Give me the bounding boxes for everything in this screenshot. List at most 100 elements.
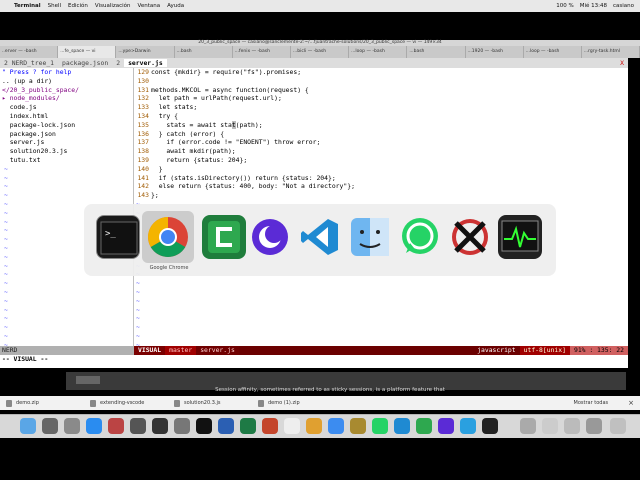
telegram-dock-icon[interactable] bbox=[460, 418, 476, 434]
vim-tab-package-json[interactable]: package.json bbox=[58, 59, 112, 68]
download-item[interactable]: extending-vscode bbox=[84, 399, 168, 407]
app-store-dock-icon[interactable] bbox=[86, 418, 102, 434]
menu-app-name[interactable]: Terminal bbox=[14, 3, 41, 9]
menu-help[interactable]: Ayuda bbox=[167, 3, 184, 9]
menu-view[interactable]: Visualización bbox=[95, 3, 131, 9]
empty-line-marker: ~ bbox=[136, 305, 140, 314]
terminal-tab[interactable]: ...ype>Darwin bbox=[116, 46, 175, 58]
terminal-tab[interactable]: ...bicli — -bash bbox=[291, 46, 350, 58]
nerdtree-entry[interactable]: code.js bbox=[0, 103, 133, 112]
finder-icon[interactable] bbox=[348, 215, 392, 259]
terminal-dock-icon[interactable] bbox=[196, 418, 212, 434]
nerdtree-entry[interactable]: solution20.3.js bbox=[0, 147, 133, 156]
line-text: } catch (error) { bbox=[151, 129, 225, 138]
terminal-tab[interactable]: ...1920 — -bash bbox=[466, 46, 524, 58]
dock-app-icon[interactable] bbox=[542, 418, 558, 434]
dock-app-icon[interactable] bbox=[586, 418, 602, 434]
user-name[interactable]: casiano bbox=[613, 3, 634, 9]
close-icon[interactable]: × bbox=[628, 399, 640, 407]
nerdtree-entry[interactable]: ▸ node_modules/ bbox=[0, 94, 133, 103]
code-line: 143}; bbox=[136, 191, 628, 200]
nerdtree-root[interactable]: </20_3_public_space/ bbox=[0, 86, 133, 95]
nerdtree-entry[interactable]: server.js bbox=[0, 138, 133, 147]
terminal-tab[interactable]: ...fenix — -bash bbox=[233, 46, 291, 58]
empty-line-marker: ~ bbox=[4, 323, 8, 332]
moon-icon[interactable] bbox=[248, 215, 292, 259]
line-text: let path = urlPath(request.url); bbox=[151, 94, 282, 103]
code-line: 133 let stats; bbox=[136, 103, 628, 112]
menu-bar: Terminal Shell Edición Visualización Ven… bbox=[0, 0, 640, 12]
download-item[interactable]: demo (1).zip bbox=[252, 399, 336, 407]
line-text: else return {status: 400, body: "Not a d… bbox=[151, 182, 355, 191]
nerdtree-up-dir[interactable]: .. (up a dir) bbox=[0, 77, 133, 86]
show-all-downloads-button[interactable]: Mostrar todas bbox=[574, 400, 629, 406]
code-line: 130 bbox=[136, 77, 628, 86]
nerdtree-entry[interactable]: package-lock.json bbox=[0, 121, 133, 130]
terminal-tab[interactable]: ...bash bbox=[175, 46, 233, 58]
download-item[interactable]: solution20.3.js bbox=[168, 399, 252, 407]
whatsapp-icon[interactable] bbox=[398, 215, 442, 259]
terminal-tab[interactable]: ...loop — -bash bbox=[524, 46, 582, 58]
empty-line-marker: ~ bbox=[4, 191, 8, 200]
battery-percent[interactable]: 100 % bbox=[556, 3, 573, 9]
clock[interactable]: Mié 13:48 bbox=[580, 3, 607, 9]
download-item[interactable]: demo.zip bbox=[0, 399, 84, 407]
vim-tab-server-js[interactable]: server.js bbox=[124, 58, 167, 68]
nerdtree-entry[interactable]: package.json bbox=[0, 130, 133, 139]
status-filename: server.js bbox=[196, 346, 239, 355]
menu-edit[interactable]: Edición bbox=[68, 3, 88, 9]
empty-line-marker: ~ bbox=[136, 296, 140, 305]
dock-app-icon[interactable] bbox=[174, 418, 190, 434]
nerdtree-entry[interactable]: tutu.txt bbox=[0, 156, 133, 165]
menu-shell[interactable]: Shell bbox=[48, 3, 61, 9]
vscode-icon[interactable] bbox=[298, 215, 342, 259]
chrome-dock-icon[interactable] bbox=[328, 418, 344, 434]
menu-window[interactable]: Ventana bbox=[138, 3, 161, 9]
excel-dock-icon[interactable] bbox=[240, 418, 256, 434]
terminal-icon[interactable]: >_ bbox=[96, 215, 140, 259]
line-number: 131 bbox=[137, 85, 149, 94]
launchpad-dock-icon[interactable] bbox=[64, 418, 80, 434]
vim-tab-nerdtree[interactable]: 2 NERD_tree_1 bbox=[0, 59, 58, 68]
svg-text:>_: >_ bbox=[105, 229, 116, 239]
code-line: 139 return {status: 204}; bbox=[136, 156, 628, 165]
dock-app-icon[interactable] bbox=[130, 418, 146, 434]
terminal-tab[interactable]: ...loop — -bash bbox=[349, 46, 408, 58]
video-caption: Session affinity, sometimes referred to … bbox=[215, 387, 445, 393]
siri-dock-icon[interactable] bbox=[42, 418, 58, 434]
x11-dock-icon[interactable] bbox=[284, 418, 300, 434]
dock-app-icon[interactable] bbox=[350, 418, 366, 434]
trash-icon[interactable] bbox=[610, 418, 626, 434]
vim-tab-close[interactable]: X bbox=[616, 59, 628, 68]
finder-dock-icon[interactable] bbox=[20, 418, 36, 434]
vscode-dock-icon[interactable] bbox=[394, 418, 410, 434]
x11-icon[interactable] bbox=[448, 215, 492, 259]
terminal-tab[interactable]: ...rgry-task.html bbox=[582, 46, 640, 58]
line-number: 137 bbox=[137, 138, 149, 147]
empty-line-marker: ~ bbox=[136, 287, 140, 296]
code-line: 131 methods.MKCOL = async function(reques… bbox=[136, 86, 628, 95]
powerpoint-dock-icon[interactable] bbox=[262, 418, 278, 434]
line-number: 130 bbox=[137, 76, 149, 85]
terminal-tab[interactable]: ..erver — -bash bbox=[0, 46, 59, 58]
photo-dock-icon[interactable] bbox=[108, 418, 124, 434]
chrome-icon[interactable] bbox=[146, 215, 190, 259]
dock-app-icon[interactable] bbox=[482, 418, 498, 434]
dock-app-icon[interactable] bbox=[520, 418, 536, 434]
code-line: 132 let path = urlPath(request.url); bbox=[136, 94, 628, 103]
whatsapp-dock-icon[interactable] bbox=[372, 418, 388, 434]
word-dock-icon[interactable] bbox=[218, 418, 234, 434]
line-text: if (stats.isDirectory()) return {status:… bbox=[151, 173, 336, 182]
terminal-tab[interactable]: ...fe_space — vi bbox=[58, 46, 117, 58]
file-icon bbox=[90, 399, 96, 407]
camtasia-dock-icon[interactable] bbox=[416, 418, 432, 434]
chrome-dock-icon[interactable] bbox=[306, 418, 322, 434]
nerdtree-entry[interactable]: index.html bbox=[0, 112, 133, 121]
dock-app-icon[interactable] bbox=[564, 418, 580, 434]
camtasia-icon[interactable] bbox=[202, 215, 246, 259]
terminal-tab[interactable]: ...bash bbox=[407, 46, 466, 58]
dock-app-icon[interactable] bbox=[438, 418, 454, 434]
vim-statusline: NERD VISUAL master server.js javascript … bbox=[0, 346, 628, 355]
activity-monitor-icon[interactable] bbox=[498, 215, 542, 259]
dock-app-icon[interactable] bbox=[152, 418, 168, 434]
